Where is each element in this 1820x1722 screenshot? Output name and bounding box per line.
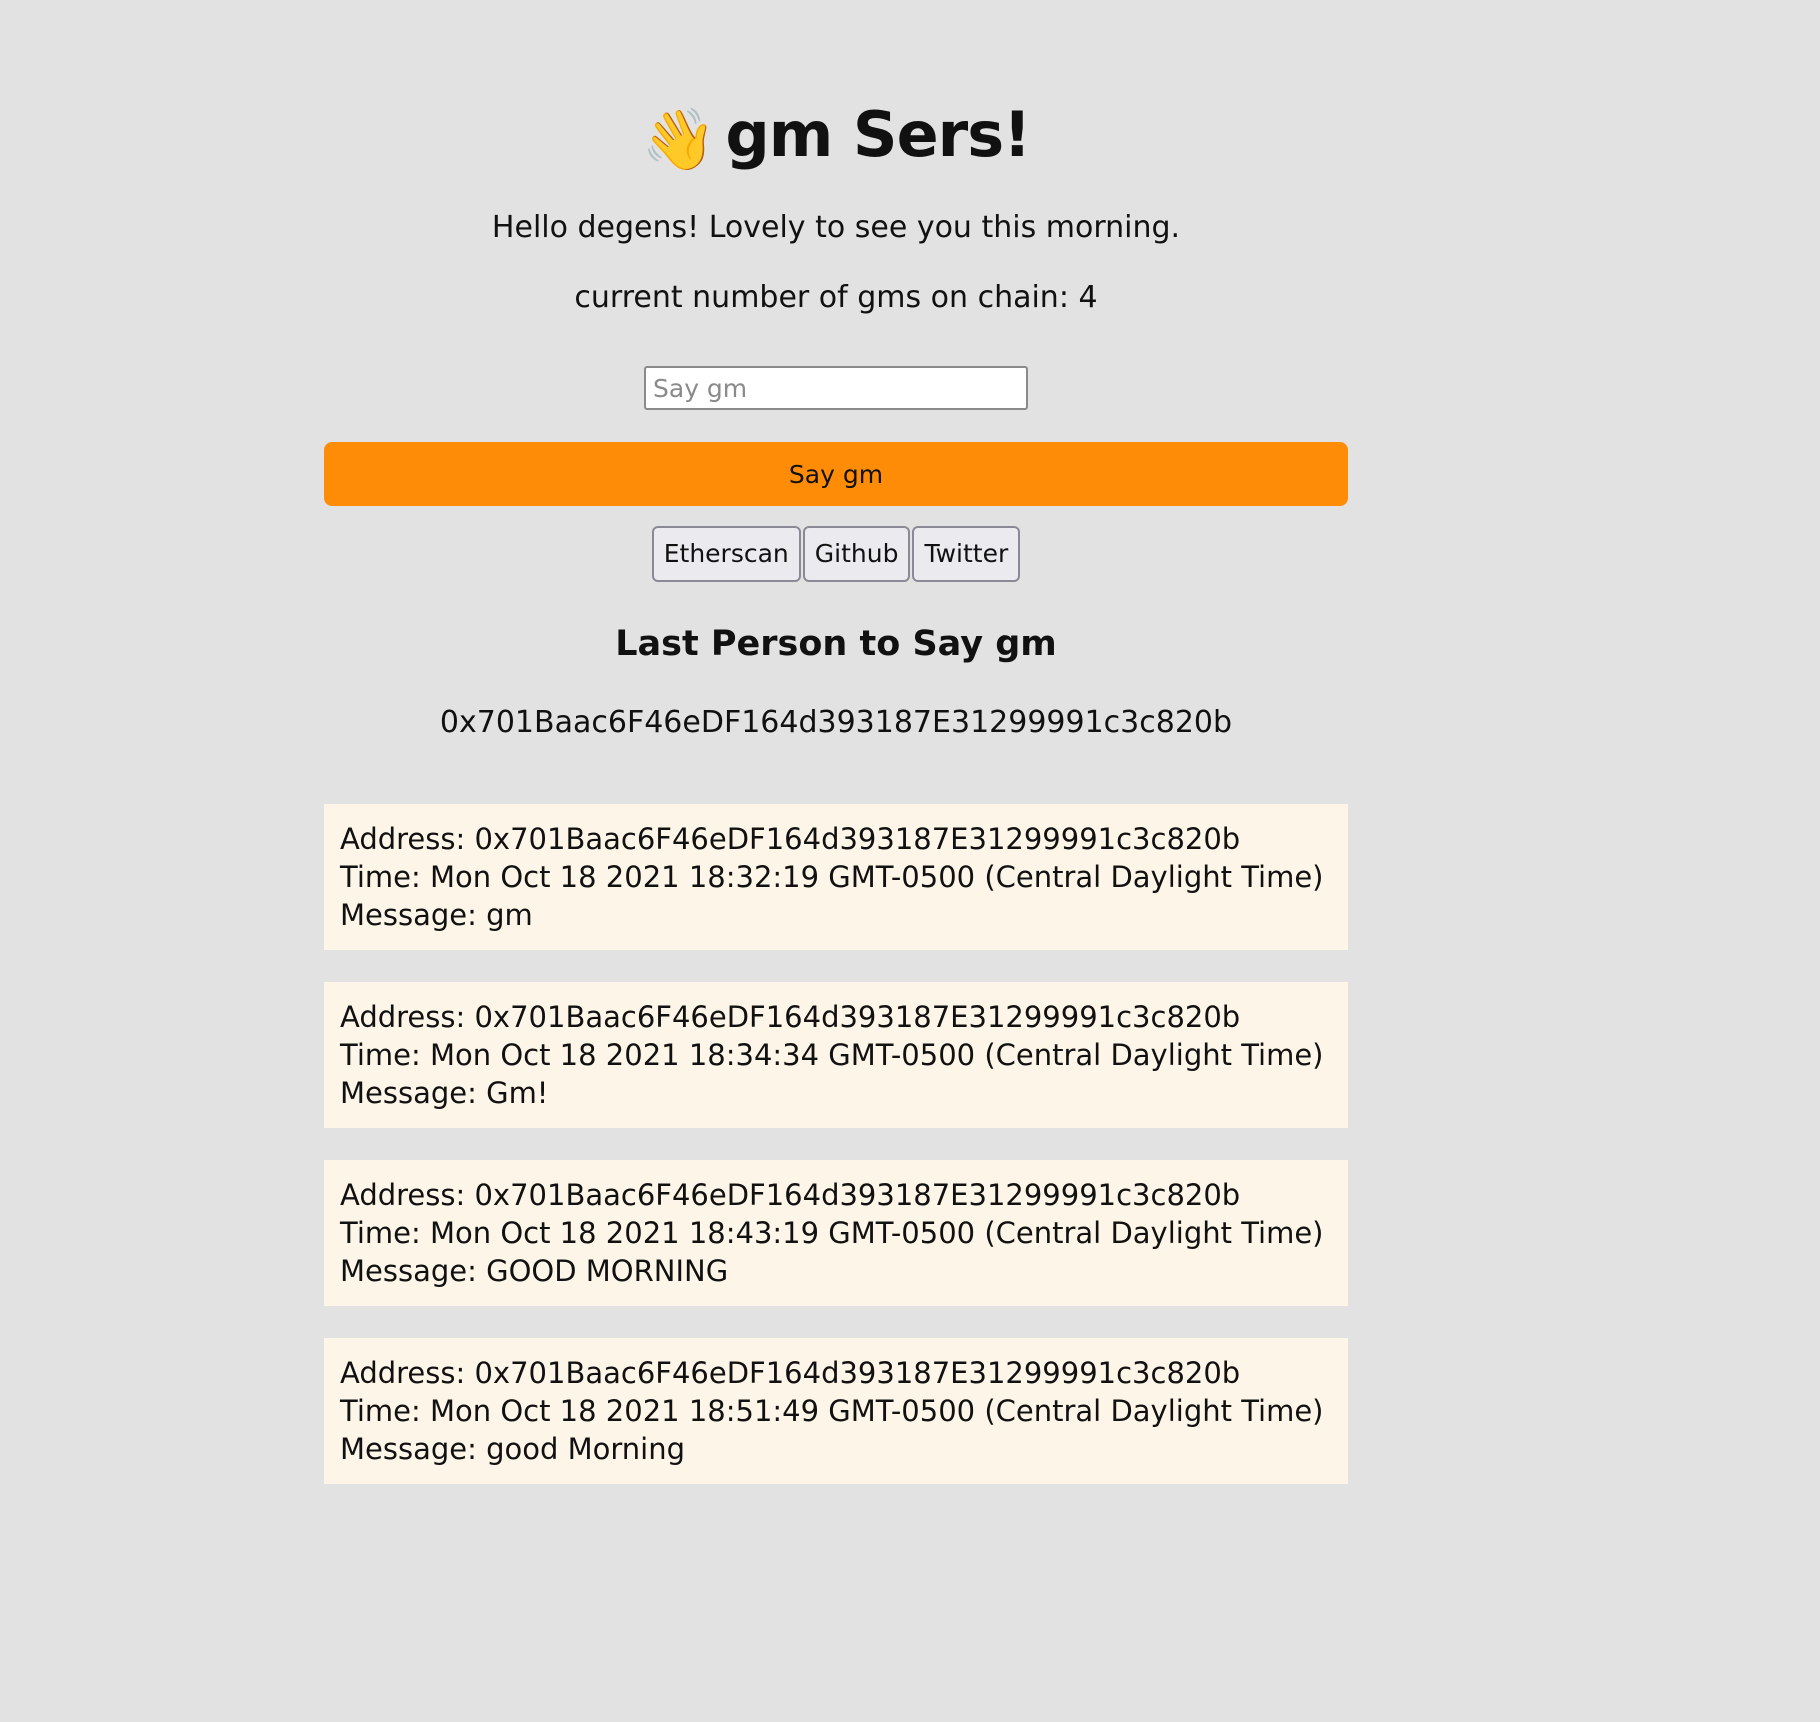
message-address: Address: 0x701Baac6F46eDF164d393187E3129… [340, 1356, 1241, 1390]
last-person-address: 0x701Baac6F46eDF164d393187E31299991c3c82… [439, 705, 1233, 740]
last-person-heading: Last Person to Say gm [615, 624, 1057, 664]
say-gm-button[interactable]: Say gm [324, 442, 1348, 506]
message-address: Address: 0x701Baac6F46eDF164d393187E3129… [340, 822, 1241, 856]
message-text: Message: good Morning [340, 1432, 686, 1466]
message-time: Time: Mon Oct 18 2021 18:34:34 GMT-0500 … [340, 1038, 1324, 1072]
message-time: Time: Mon Oct 18 2021 18:32:19 GMT-0500 … [340, 860, 1324, 894]
gm-count-label: current number of gms on chain: [574, 280, 1069, 315]
message-text: Message: GOOD MORNING [340, 1254, 729, 1288]
gm-message-input[interactable] [644, 366, 1028, 410]
message-text: Message: gm [340, 898, 533, 932]
message-list: Address: 0x701Baac6F46eDF164d393187E3129… [324, 804, 1348, 1516]
message-card: Address: 0x701Baac6F46eDF164d393187E3129… [324, 1160, 1348, 1306]
etherscan-link-button[interactable]: Etherscan [651, 526, 801, 582]
external-links: Etherscan Github Twitter [324, 526, 1348, 582]
message-text: Message: Gm! [340, 1076, 549, 1110]
message-time: Time: Mon Oct 18 2021 18:51:49 GMT-0500 … [340, 1394, 1324, 1428]
message-address: Address: 0x701Baac6F46eDF164d393187E3129… [340, 1000, 1241, 1034]
page-title: 👋 gm Sers! [324, 92, 1348, 183]
page-title-text: gm Sers! [725, 98, 1031, 171]
github-link-button[interactable]: Github [802, 526, 911, 582]
message-card: Address: 0x701Baac6F46eDF164d393187E3129… [324, 804, 1348, 950]
gm-count-line: current number of gms on chain: 4 [324, 275, 1348, 321]
twitter-link-button[interactable]: Twitter [912, 526, 1021, 582]
welcome-text: Hello degens! Lovely to see you this mor… [491, 210, 1181, 245]
message-card: Address: 0x701Baac6F46eDF164d393187E3129… [324, 1338, 1348, 1484]
message-card: Address: 0x701Baac6F46eDF164d393187E3129… [324, 982, 1348, 1128]
waving-hand-icon: 👋 [641, 105, 717, 175]
message-time: Time: Mon Oct 18 2021 18:43:19 GMT-0500 … [340, 1216, 1324, 1250]
message-address: Address: 0x701Baac6F46eDF164d393187E3129… [340, 1178, 1241, 1212]
gm-count-value: 4 [1078, 280, 1098, 315]
